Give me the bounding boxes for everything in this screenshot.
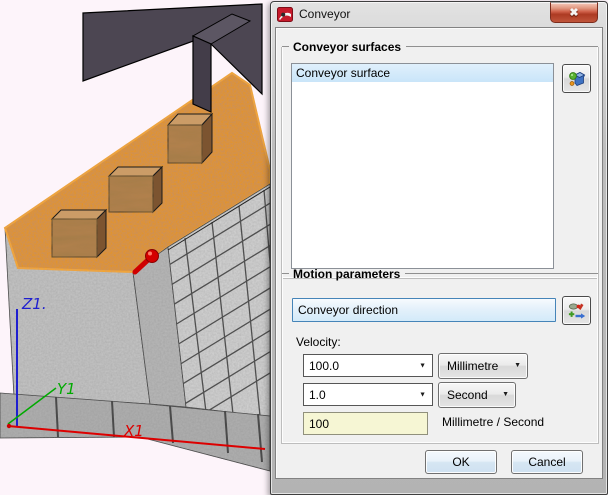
- wooden-box[interactable]: [166, 112, 214, 165]
- window-title: Conveyor: [299, 7, 351, 21]
- y-axis-label: Y1: [57, 380, 76, 398]
- chevron-down-icon: ▼: [419, 362, 426, 369]
- group-motion-parameters: Motion parameters Velocity: ▼: [281, 267, 599, 444]
- time-unit-combo[interactable]: Second ▼: [438, 382, 516, 408]
- chevron-down-icon: ▼: [419, 391, 426, 398]
- time-value-combo[interactable]: ▼: [303, 383, 433, 406]
- x-axis-label: X1: [123, 422, 144, 440]
- conveyor-direction-field[interactable]: [292, 298, 556, 322]
- distance-value-combo[interactable]: ▼: [303, 354, 433, 377]
- time-unit-value: Second: [447, 388, 488, 402]
- select-surface-button[interactable]: [562, 64, 591, 93]
- group-conveyor-surfaces: Conveyor surfaces Conveyor surface: [281, 40, 599, 279]
- group-surfaces-title: Conveyor surfaces: [293, 39, 402, 54]
- select-object-icon: [568, 71, 585, 86]
- wooden-box[interactable]: [50, 208, 108, 259]
- distance-unit-value: Millimetre: [447, 359, 499, 373]
- chevron-down-icon: ▼: [514, 362, 521, 369]
- distance-unit-combo[interactable]: Millimetre ▼: [438, 353, 528, 379]
- axes-origin: [6, 423, 12, 429]
- close-button[interactable]: ✖: [550, 2, 598, 23]
- pick-direction-button[interactable]: [562, 296, 591, 325]
- conveyor-dialog: Conveyor ✖ Conveyor surfaces Conveyor su…: [270, 1, 608, 495]
- z-axis-label: Z1.: [21, 295, 47, 313]
- distance-value-input[interactable]: [304, 355, 413, 376]
- time-value-input[interactable]: [304, 384, 413, 405]
- ok-button[interactable]: OK: [425, 450, 497, 474]
- titlebar[interactable]: Conveyor ✖: [271, 2, 607, 26]
- group-surfaces-header: Conveyor surfaces: [282, 39, 598, 54]
- list-item-conveyor-surface[interactable]: Conveyor surface: [292, 64, 553, 82]
- steel-plate-front-face[interactable]: [192, 35, 212, 113]
- pick-direction-icon: [568, 303, 585, 319]
- group-motion-title: Motion parameters: [293, 266, 401, 281]
- wooden-box[interactable]: [107, 165, 164, 214]
- chevron-down-icon: ▼: [502, 391, 509, 398]
- velocity-result-field[interactable]: [303, 412, 428, 435]
- cancel-button[interactable]: Cancel: [511, 450, 583, 474]
- velocity-label: Velocity:: [296, 335, 341, 349]
- velocity-unit-label: Millimetre / Second: [442, 415, 545, 429]
- dialog-body: Conveyor surfaces Conveyor surface Motio…: [275, 27, 603, 479]
- app-icon: [277, 6, 293, 22]
- group-motion-header: Motion parameters: [282, 266, 598, 281]
- close-icon: ✖: [569, 7, 579, 19]
- surfaces-listbox[interactable]: Conveyor surface: [291, 63, 554, 269]
